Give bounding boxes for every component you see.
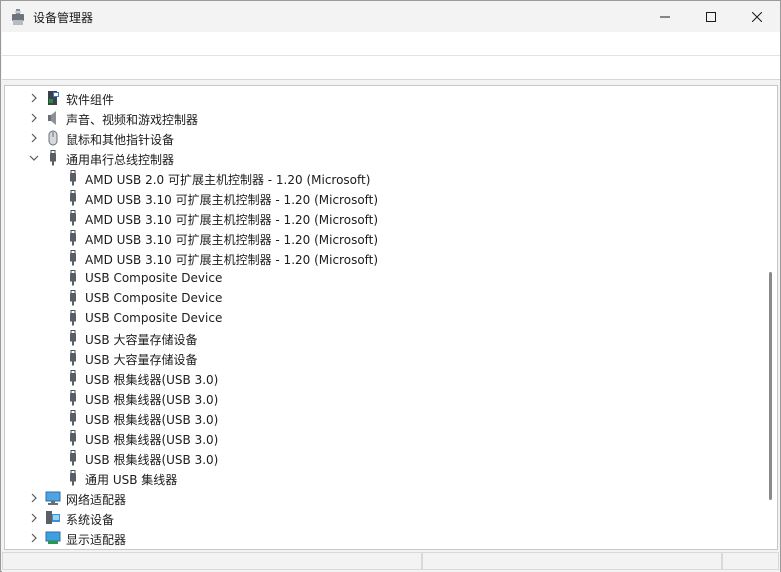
tree-category[interactable]: 声音、视频和游戏控制器 <box>5 108 765 128</box>
speaker-icon <box>45 110 61 126</box>
tree-device[interactable]: AMD USB 3.10 可扩展主机控制器 - 1.20 (Microsoft) <box>5 228 765 248</box>
chevron-right-icon[interactable] <box>29 513 39 523</box>
usb-icon <box>65 170 81 186</box>
usb-icon <box>65 450 81 466</box>
usb-icon <box>65 370 81 386</box>
tree-item-label: USB 根集线器(USB 3.0) <box>85 453 219 467</box>
tree-item-label: AMD USB 3.10 可扩展主机控制器 - 1.20 (Microsoft) <box>85 253 379 267</box>
tree-item-label: 显示适配器 <box>66 533 127 547</box>
usb-icon <box>65 470 81 486</box>
tree-item-label: 软件组件 <box>66 93 115 107</box>
usb-icon <box>65 210 81 226</box>
tree-device[interactable]: USB 大容量存储设备 <box>5 348 765 368</box>
toolbar[interactable] <box>2 56 780 80</box>
tree-item-label: USB 大容量存储设备 <box>85 353 198 367</box>
tree-device[interactable]: AMD USB 3.10 可扩展主机控制器 - 1.20 (Microsoft) <box>5 248 765 268</box>
usb-icon <box>65 190 81 206</box>
status-segment <box>722 552 779 570</box>
tree-item-label: USB 根集线器(USB 3.0) <box>85 393 219 407</box>
tree-device[interactable]: USB Composite Device <box>5 308 765 328</box>
tree-category[interactable]: 鼠标和其他指针设备 <box>5 128 765 148</box>
title-bar[interactable]: 设备管理器 <box>1 1 780 33</box>
close-icon <box>752 11 762 22</box>
tree-item-label: AMD USB 3.10 可扩展主机控制器 - 1.20 (Microsoft) <box>85 213 379 227</box>
tree-item-label: USB 根集线器(USB 3.0) <box>85 413 219 427</box>
tree-item-label: USB Composite Device <box>85 271 223 285</box>
tree-device[interactable]: USB Composite Device <box>5 288 765 308</box>
chevron-right-icon[interactable] <box>29 493 39 503</box>
tree-device[interactable]: AMD USB 2.0 可扩展主机控制器 - 1.20 (Microsoft) <box>5 168 765 188</box>
tree-category[interactable]: 网络适配器 <box>5 488 765 508</box>
tree-device[interactable]: 通用 USB 集线器 <box>5 468 765 488</box>
tree-item-label: USB 大容量存储设备 <box>85 333 198 347</box>
vertical-scrollbar[interactable] <box>766 86 776 549</box>
tree-item-label: USB Composite Device <box>85 291 223 305</box>
status-segment <box>422 552 722 570</box>
tree-device[interactable]: USB Composite Device <box>5 268 765 288</box>
minimize-button[interactable] <box>642 1 688 32</box>
status-bar <box>2 550 780 572</box>
chevron-down-icon[interactable] <box>29 153 39 163</box>
chevron-right-icon[interactable] <box>29 93 39 103</box>
tree-item-label: AMD USB 2.0 可扩展主机控制器 - 1.20 (Microsoft) <box>85 173 371 187</box>
device-tree[interactable]: 软件组件声音、视频和游戏控制器 鼠标和其他指针设备 通用串行总线控制器 AMD USB… <box>4 85 778 550</box>
tree-device[interactable]: USB 根集线器(USB 3.0) <box>5 388 765 408</box>
close-button[interactable] <box>734 1 780 32</box>
tree-item-label: AMD USB 3.10 可扩展主机控制器 - 1.20 (Microsoft) <box>85 193 379 207</box>
tree-item-label: 网络适配器 <box>66 493 127 507</box>
tree-device[interactable]: USB 根集线器(USB 3.0) <box>5 408 765 428</box>
chevron-right-icon[interactable] <box>29 113 39 123</box>
device-manager-icon <box>10 8 26 26</box>
software-component-icon <box>45 90 61 106</box>
usb-icon <box>65 350 81 366</box>
tree-category[interactable]: 系统设备 <box>5 508 765 528</box>
tree-device[interactable]: USB 大容量存储设备 <box>5 328 765 348</box>
tree-item-label: 声音、视频和游戏控制器 <box>66 113 199 127</box>
chevron-right-icon[interactable] <box>29 533 39 543</box>
usb-icon <box>45 150 61 166</box>
tree-device[interactable]: USB 根集线器(USB 3.0) <box>5 448 765 468</box>
mouse-icon <box>45 130 61 146</box>
device-manager-window: 设备管理器 软件组件声音、视频和游戏控制器 鼠标和其他指针设备 通用串行总线控制器 A… <box>0 0 781 572</box>
tree-item-label: 通用 USB 集线器 <box>85 473 178 487</box>
tree-item-label: USB 根集线器(USB 3.0) <box>85 373 219 387</box>
maximize-button[interactable] <box>688 1 734 32</box>
tree-category[interactable]: 通用串行总线控制器 <box>5 148 765 168</box>
tree-item-label: 鼠标和其他指针设备 <box>66 133 175 147</box>
tree-category[interactable]: 显示适配器 <box>5 528 765 548</box>
usb-icon <box>65 270 81 286</box>
chevron-right-icon[interactable] <box>29 133 39 143</box>
usb-icon <box>65 390 81 406</box>
minimize-icon <box>660 12 670 22</box>
tree-device[interactable]: USB 根集线器(USB 3.0) <box>5 428 765 448</box>
window-title: 设备管理器 <box>33 11 94 25</box>
usb-icon <box>65 290 81 306</box>
tree-item-label: USB Composite Device <box>85 311 223 325</box>
usb-icon <box>65 410 81 426</box>
usb-icon <box>65 250 81 266</box>
scrollbar-thumb[interactable] <box>769 272 772 500</box>
usb-icon <box>65 310 81 326</box>
tree-item-label: 通用串行总线控制器 <box>66 153 175 167</box>
tree-item-label: AMD USB 3.10 可扩展主机控制器 - 1.20 (Microsoft) <box>85 233 379 247</box>
network-adapter-icon <box>45 490 61 506</box>
usb-icon <box>65 330 81 346</box>
tree-device[interactable]: USB 根集线器(USB 3.0) <box>5 368 765 388</box>
tree-device[interactable]: AMD USB 3.10 可扩展主机控制器 - 1.20 (Microsoft) <box>5 188 765 208</box>
tree-device[interactable]: AMD USB 3.10 可扩展主机控制器 - 1.20 (Microsoft) <box>5 208 765 228</box>
display-adapter-icon <box>45 530 61 546</box>
system-device-icon <box>45 510 61 526</box>
usb-icon <box>65 430 81 446</box>
tree-item-label: USB 根集线器(USB 3.0) <box>85 433 219 447</box>
maximize-icon <box>706 11 716 22</box>
tree-category[interactable]: 软件组件 <box>5 88 765 108</box>
status-segment <box>2 552 422 570</box>
menu-bar[interactable] <box>2 32 780 56</box>
tree-item-label: 系统设备 <box>66 513 115 527</box>
usb-icon <box>65 230 81 246</box>
